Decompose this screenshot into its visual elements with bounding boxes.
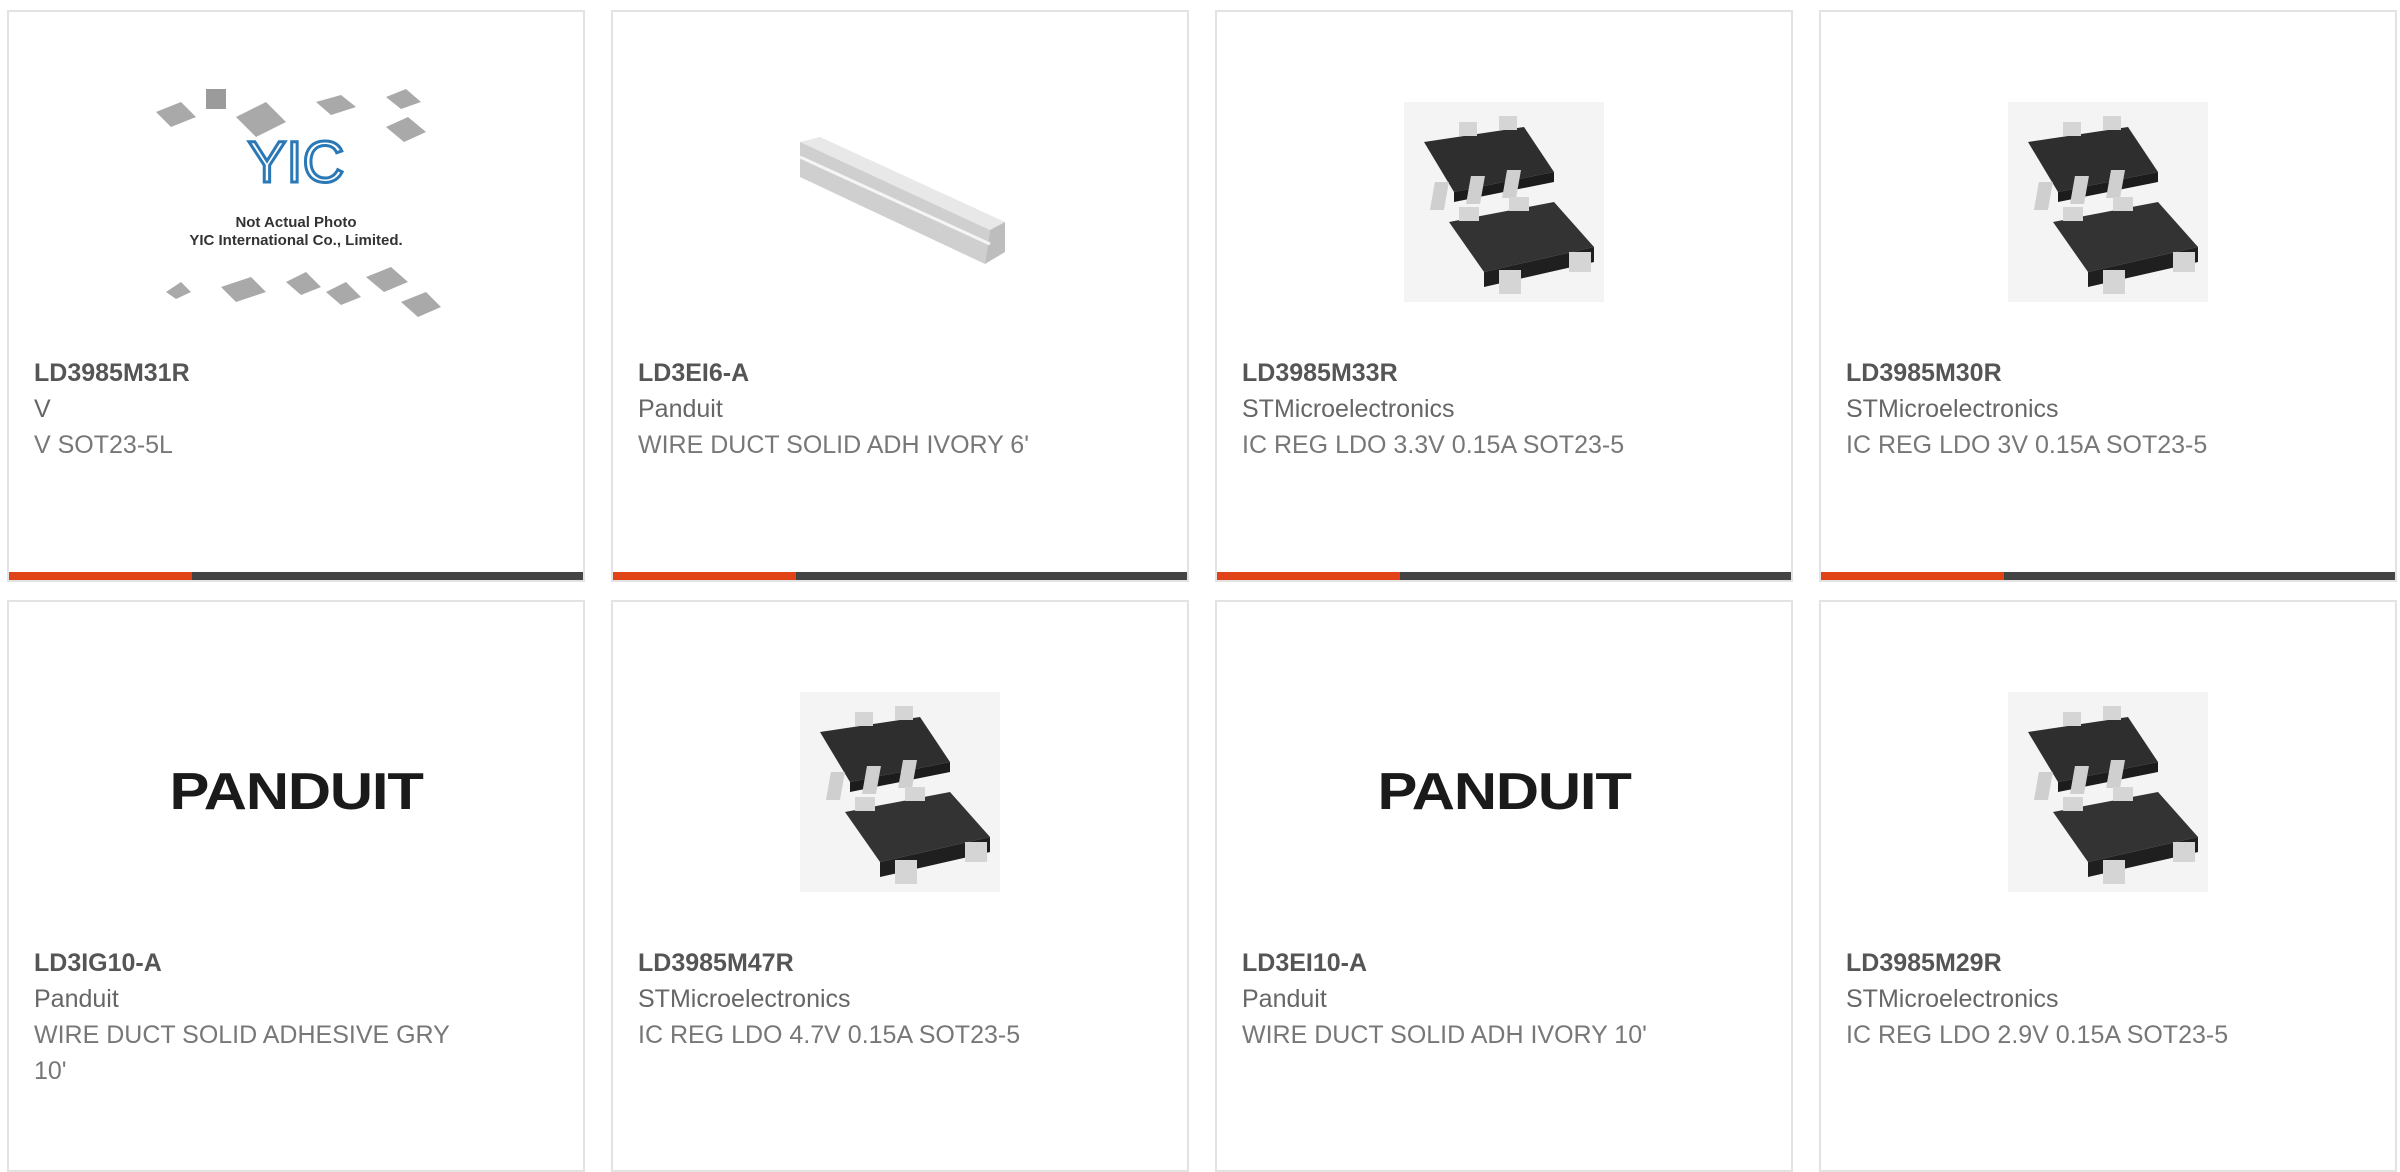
manufacturer: V [34,395,51,423]
product-card[interactable]: PANDUIT LD3IG10-A Panduit WIRE DUCT SOLI… [7,600,585,1172]
product-image-panduit-logo[interactable]: PANDUIT [1217,642,1791,942]
wire-duct-icon [799,137,1005,264]
product-image-sot23-5[interactable] [1821,642,2395,942]
part-number[interactable]: LD3985M47R [638,945,1078,981]
part-number[interactable]: LD3985M33R [1242,355,1682,391]
chip-icon [800,692,1000,892]
part-number[interactable]: LD3985M30R [1846,355,2286,391]
chip-icon [2008,102,2208,302]
product-card[interactable]: YIC Not Actual Photo YIC International C… [7,10,585,582]
manufacturer: STMicroelectronics [638,985,851,1013]
description: WIRE DUCT SOLID ADHESIVE GRY 10' [34,1021,450,1085]
description: WIRE DUCT SOLID ADH IVORY 6' [638,431,1029,459]
manufacturer: STMicroelectronics [1846,395,2059,423]
card-accent-bar [613,572,1187,580]
description: IC REG LDO 2.9V 0.15A SOT23-5 [1846,1021,2229,1049]
description: IC REG LDO 3.3V 0.15A SOT23-5 [1242,431,1625,459]
part-number[interactable]: LD3IG10-A [34,945,474,981]
card-accent-bar [1217,572,1791,580]
manufacturer: Panduit [638,395,723,423]
part-number[interactable]: LD3EI6-A [638,355,1078,391]
part-number[interactable]: LD3985M29R [1846,945,2286,981]
manufacturer: Panduit [1242,985,1327,1013]
product-card[interactable]: PANDUIT LD3EI10-A Panduit WIRE DUCT SOLI… [1215,600,1793,1172]
description: IC REG LDO 3V 0.15A SOT23-5 [1846,431,2208,459]
manufacturer: STMicroelectronics [1846,985,2059,1013]
part-number[interactable]: LD3985M31R [34,355,474,391]
panduit-logo: PANDUIT [169,763,423,821]
photo-note-1: Not Actual Photo [235,214,356,231]
product-image-sot23-5[interactable] [1217,52,1791,352]
card-accent-bar [9,572,583,580]
panduit-logo: PANDUIT [1377,763,1631,821]
product-card[interactable]: LD3EI6-A Panduit WIRE DUCT SOLID ADH IVO… [611,10,1189,582]
manufacturer: STMicroelectronics [1242,395,1455,423]
product-image-sot23-5[interactable] [1821,52,2395,352]
part-number[interactable]: LD3EI10-A [1242,945,1682,981]
product-image-panduit-logo[interactable]: PANDUIT [9,642,583,942]
manufacturer: Panduit [34,985,119,1013]
product-card[interactable]: LD3985M33R STMicroelectronics IC REG LDO… [1215,10,1793,582]
description: V SOT23-5L [34,431,173,459]
product-image-not-actual-photo[interactable]: YIC Not Actual Photo YIC International C… [9,52,583,352]
card-accent-bar [1821,572,2395,580]
photo-note-2: YIC International Co., Limited. [189,232,402,249]
chip-icon [2008,692,2208,892]
product-image-wire-duct[interactable] [613,52,1187,352]
product-image-sot23-5[interactable] [613,642,1187,942]
product-card[interactable]: LD3985M30R STMicroelectronics IC REG LDO… [1819,10,2397,582]
chip-icon [1404,102,1604,302]
product-card[interactable]: LD3985M29R STMicroelectronics IC REG LDO… [1819,600,2397,1172]
description: IC REG LDO 4.7V 0.15A SOT23-5 [638,1021,1021,1049]
yic-logo: YIC [248,130,345,195]
description: WIRE DUCT SOLID ADH IVORY 10' [1242,1021,1647,1049]
product-card[interactable]: LD3985M47R STMicroelectronics IC REG LDO… [611,600,1189,1172]
yic-placeholder-icon: YIC Not Actual Photo YIC International C… [156,89,441,317]
